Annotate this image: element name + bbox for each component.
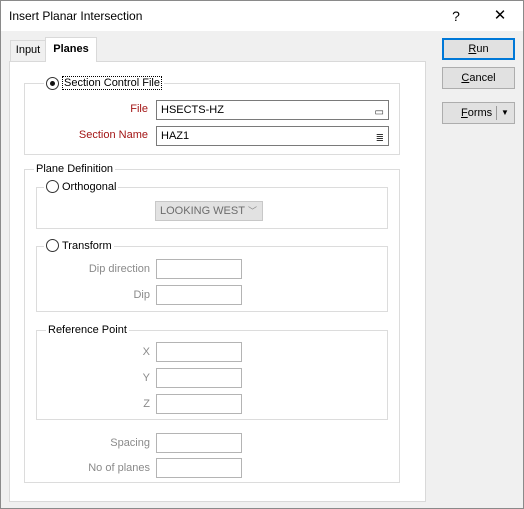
file-input-value: HSECTS-HZ	[161, 104, 224, 116]
x-input[interactable]	[156, 342, 242, 362]
planes-tab-panel: Section Control File File HSECTS-HZ ▭ Se…	[9, 61, 426, 502]
file-label: File	[130, 103, 148, 115]
forms-mnemonic: F	[461, 107, 468, 119]
dip-input[interactable]	[156, 285, 242, 305]
radio-empty-icon	[46, 180, 59, 193]
chevron-down-icon: ﹀	[247, 206, 257, 216]
title-bar: Insert Planar Intersection ? ✕	[1, 1, 523, 31]
tab-planes[interactable]: Planes	[45, 37, 97, 62]
reference-point-title: Reference Point	[46, 324, 129, 336]
orthogonal-radio[interactable]: Orthogonal	[44, 180, 119, 193]
transform-label: Transform	[62, 239, 112, 252]
spacing-label: Spacing	[110, 437, 150, 449]
no-of-planes-label: No of planes	[88, 462, 150, 474]
forms-label: orms	[467, 107, 493, 119]
cancel-label: ancel	[469, 72, 496, 84]
run-button[interactable]: Run	[442, 38, 515, 60]
orthogonal-label: Orthogonal	[62, 180, 117, 193]
file-browse-icon[interactable]: ▭	[375, 104, 384, 122]
section-name-value: HAZ1	[161, 130, 190, 142]
section-control-file-label: Section Control File	[62, 76, 162, 90]
plane-definition-title: Plane Definition	[34, 163, 116, 175]
file-input[interactable]: HSECTS-HZ ▭	[156, 100, 389, 120]
radio-empty-icon	[46, 239, 59, 252]
spacing-input[interactable]	[156, 433, 242, 453]
list-picker-icon[interactable]: ≣	[376, 130, 384, 148]
cancel-button[interactable]: Cancel	[442, 67, 515, 89]
no-of-planes-input[interactable]	[156, 458, 242, 478]
dip-direction-label: Dip direction	[88, 263, 150, 275]
section-name-input[interactable]: HAZ1 ≣	[156, 126, 389, 146]
z-label: Z	[143, 398, 150, 410]
dialog-window: Insert Planar Intersection ? ✕ Input Pla…	[0, 0, 524, 509]
window-title: Insert Planar Intersection	[9, 9, 143, 23]
forms-button[interactable]: Forms ▼	[442, 102, 515, 124]
z-input[interactable]	[156, 394, 242, 414]
radio-selected-icon	[46, 76, 59, 90]
section-name-label: Section Name	[78, 129, 148, 141]
dip-label: Dip	[133, 289, 150, 301]
orientation-select[interactable]: LOOKING WEST ﹀	[155, 201, 263, 221]
help-button[interactable]: ?	[441, 5, 471, 27]
close-button[interactable]: ✕	[485, 5, 515, 27]
tab-input[interactable]: Input	[10, 40, 46, 61]
dip-direction-input[interactable]	[156, 259, 242, 279]
forms-separator	[496, 106, 497, 120]
orientation-select-value: LOOKING WEST	[160, 205, 245, 217]
dropdown-arrow-icon[interactable]: ▼	[501, 103, 509, 123]
y-label: Y	[142, 372, 150, 384]
section-control-file-radio[interactable]: Section Control File	[44, 76, 164, 90]
transform-radio[interactable]: Transform	[44, 239, 114, 252]
x-label: X	[142, 346, 150, 358]
run-label: un	[476, 43, 489, 55]
y-input[interactable]	[156, 368, 242, 388]
